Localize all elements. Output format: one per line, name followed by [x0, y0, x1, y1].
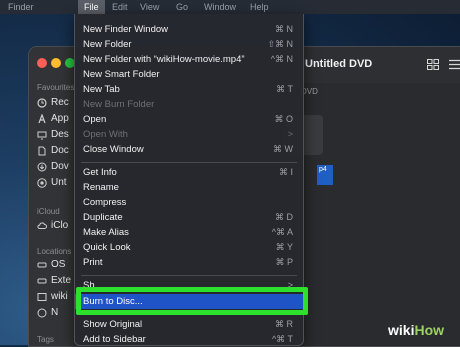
menu-window[interactable]: Window	[204, 0, 236, 14]
desktop-icon	[37, 131, 47, 139]
sidebar-item-label: N	[51, 307, 59, 318]
watermark-logo: wikiHow	[388, 322, 445, 338]
sidebar-item-label: Unt	[51, 177, 67, 188]
menu-item-duplicate[interactable]: Duplicate ⌘ D	[75, 210, 303, 225]
menu-go[interactable]: Go	[176, 0, 188, 14]
menu-item-make-alias[interactable]: Make Alias ^⌘ A	[75, 225, 303, 240]
sidebar-item-os[interactable]: OS	[37, 259, 65, 270]
menu-bar: Finder File Edit View Go Window Help	[0, 0, 460, 14]
menu-item-new-folder[interactable]: New Folder ⇧⌘ N	[75, 37, 303, 52]
list-view-icon[interactable]	[449, 59, 460, 70]
sidebar-item-applications[interactable]: App	[37, 113, 69, 124]
document-icon	[38, 146, 46, 155]
sidebar-item-label: Des	[51, 129, 69, 140]
sidebar-item-label: Exte	[51, 275, 72, 286]
sidebar-item-recents[interactable]: Rec	[37, 97, 69, 108]
sidebar-item-documents[interactable]: Doc	[37, 145, 69, 156]
menu-item-new-smart-folder[interactable]: New Smart Folder	[75, 67, 303, 82]
sidebar-item-icloud-drive[interactable]: iClo	[37, 220, 68, 231]
menu-item-quick-look[interactable]: Quick Look ⌘ Y	[75, 240, 303, 255]
sidebar-item-untitled[interactable]: Unt	[37, 177, 67, 188]
sidebar-item-external[interactable]: Exte	[37, 275, 71, 286]
highlight-annotation	[76, 287, 308, 315]
clock-icon	[37, 97, 47, 108]
disc-icon	[37, 292, 47, 301]
menu-separator	[81, 275, 297, 276]
menu-item-get-info[interactable]: Get Info ⌘ I	[75, 165, 303, 180]
icon-view-icon[interactable]	[427, 59, 439, 70]
selected-file-label[interactable]: p4	[317, 165, 333, 185]
sidebar-item-label: App	[51, 113, 69, 124]
menu-item-print[interactable]: Print ⌘ P	[75, 255, 303, 270]
applications-icon	[38, 113, 46, 123]
disk-icon	[37, 262, 47, 267]
menu-item-new-finder-window[interactable]: New Finder Window ⌘ N	[75, 22, 303, 37]
sidebar-item-desktop[interactable]: Des	[37, 129, 69, 140]
menu-item-rename[interactable]: Rename	[75, 180, 303, 195]
sidebar-item-label: Dov	[51, 161, 69, 172]
menu-item-open[interactable]: Open ⌘ O	[75, 112, 303, 127]
menu-item-new-tab[interactable]: New Tab ⌘ T	[75, 82, 303, 97]
sidebar-header-locations: Locations	[37, 247, 72, 256]
menu-item-new-burn-folder: New Burn Folder	[83, 99, 155, 110]
menu-view[interactable]: View	[140, 0, 159, 14]
sidebar-item-downloads[interactable]: Dov	[37, 161, 69, 172]
network-icon	[37, 308, 47, 317]
download-icon	[37, 162, 47, 171]
menu-edit[interactable]: Edit	[112, 0, 128, 14]
sidebar-item-label: wiki	[51, 291, 68, 302]
sidebar-item-wiki[interactable]: wiki	[37, 291, 68, 302]
menu-item-new-folder-with-selection[interactable]: New Folder with “wikiHow-movie.mp4” ^⌘ N	[75, 52, 303, 67]
menu-finder[interactable]: Finder	[8, 0, 34, 14]
menu-help[interactable]: Help	[250, 0, 269, 14]
menu-item-close-window[interactable]: Close Window ⌘ W	[75, 142, 303, 157]
close-window-button[interactable]	[37, 58, 47, 68]
menu-file[interactable]: File	[78, 0, 105, 14]
sidebar-header-icloud: iCloud	[37, 207, 60, 216]
sidebar-header-favourites: Favourites	[37, 83, 75, 92]
sidebar-item-label: OS	[51, 259, 66, 270]
cloud-icon	[37, 221, 47, 229]
menu-item-compress[interactable]: Compress	[75, 195, 303, 210]
burn-folder-icon	[37, 177, 47, 188]
sidebar-item-label: Rec	[51, 97, 69, 108]
sidebar-header-tags: Tags	[37, 335, 54, 344]
window-title: Untitled DVD	[305, 58, 373, 70]
sidebar-item-label: Doc	[51, 145, 69, 156]
menu-separator	[81, 162, 297, 163]
menu-item-show-original[interactable]: Show Original ⌘ R	[75, 317, 303, 332]
sidebar-item-network[interactable]: N	[37, 307, 58, 318]
minimize-window-button[interactable]	[51, 58, 61, 68]
menu-item-open-with: Open With >	[83, 129, 293, 140]
external-drive-icon	[37, 278, 47, 283]
sidebar-item-label: iClo	[51, 220, 69, 231]
